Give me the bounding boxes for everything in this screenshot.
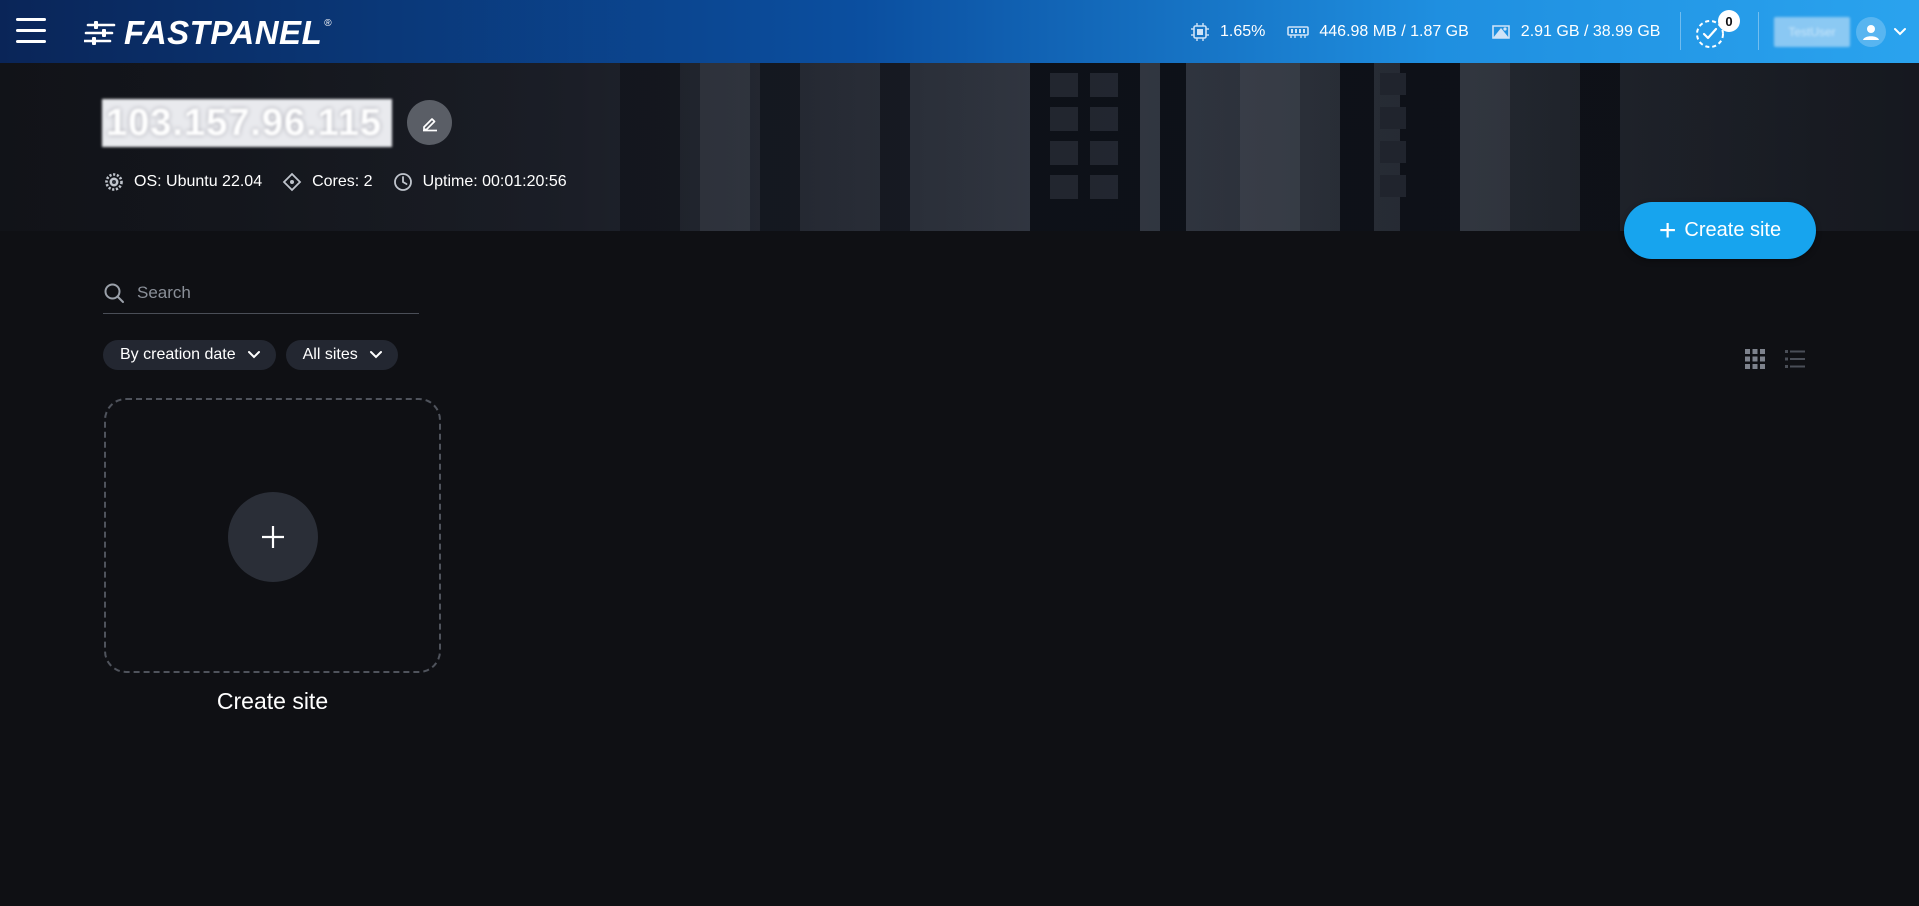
clock-icon <box>393 173 412 191</box>
divider <box>1680 12 1681 50</box>
chevron-down-icon <box>369 351 382 359</box>
disk-stat: 2.91 GB / 38.99 GB <box>1491 22 1661 42</box>
create-site-button[interactable]: + Create site <box>1624 202 1816 259</box>
memory-value: 446.98 MB / 1.87 GB <box>1319 23 1469 40</box>
cores-info: Cores: 2 <box>282 172 373 192</box>
search-icon <box>104 283 124 303</box>
server-info: OS: Ubuntu 22.04 Cores: 2 Uptime: 00:01:… <box>104 172 587 192</box>
view-toggle <box>1744 348 1824 372</box>
memory-icon <box>1287 26 1310 38</box>
cpu-value: 1.65% <box>1220 23 1266 40</box>
diamond-icon <box>282 172 302 192</box>
sort-dropdown-label: By creation date <box>120 346 236 363</box>
list-view-button[interactable] <box>1784 348 1808 372</box>
uptime-info: Uptime: 00:01:20:56 <box>393 172 567 192</box>
list-icon <box>1785 350 1805 368</box>
tasks-button[interactable]: 0 <box>1694 10 1740 52</box>
grid-icon <box>1745 349 1765 369</box>
server-banner <box>0 63 1919 231</box>
chevron-down-icon <box>247 351 260 359</box>
pencil-icon <box>422 117 437 131</box>
create-site-button-label: Create site <box>1684 219 1782 241</box>
menu-icon[interactable] <box>16 18 46 44</box>
search-bar <box>103 272 419 314</box>
disk-icon <box>1491 25 1510 39</box>
memory-stat: 446.98 MB / 1.87 GB <box>1287 23 1469 41</box>
server-name: 103.157.96.115 <box>102 99 392 147</box>
os-info: OS: Ubuntu 22.04 <box>104 172 262 192</box>
avatar[interactable] <box>1856 17 1886 47</box>
search-input[interactable] <box>137 282 387 303</box>
edit-server-name-button[interactable] <box>407 100 452 145</box>
scope-dropdown[interactable]: All sites <box>285 340 398 370</box>
plus-icon <box>262 526 284 548</box>
cpu-icon <box>1191 23 1209 41</box>
uptime-label: Uptime: 00:01:20:56 <box>422 173 567 190</box>
os-label: OS: Ubuntu 22.04 <box>134 173 263 190</box>
banner-overlay <box>0 63 1919 231</box>
gear-icon <box>105 173 123 191</box>
create-site-card[interactable] <box>104 398 441 673</box>
sort-dropdown[interactable]: By creation date <box>103 340 276 370</box>
logo-text: FASTPANEL <box>124 14 323 51</box>
resource-stats: 1.65% 446.98 MB / 1.87 GB 2.91 GB / 38.9… <box>1190 18 1682 46</box>
divider <box>1758 12 1759 50</box>
plus-icon: + <box>1658 213 1677 247</box>
logo[interactable]: FASTPANEL ® <box>84 14 332 52</box>
tasks-count-badge: 0 <box>1718 10 1740 32</box>
cpu-stat: 1.65% <box>1190 22 1265 42</box>
disk-value: 2.91 GB / 38.99 GB <box>1520 23 1661 40</box>
add-site-circle[interactable] <box>228 492 318 582</box>
user-name[interactable]: TestUser <box>1774 17 1850 47</box>
chevron-down-icon[interactable] <box>1892 24 1908 40</box>
top-bar: FASTPANEL ® 1.65% 446.98 MB / 1.87 GB 2.… <box>0 0 1919 63</box>
filters: By creation date All sites <box>103 340 408 370</box>
grid-view-button[interactable] <box>1744 348 1768 372</box>
logo-icon <box>84 21 116 45</box>
logo-registered-mark: ® <box>324 17 332 29</box>
scope-dropdown-label: All sites <box>302 346 358 363</box>
cores-label: Cores: 2 <box>312 173 373 190</box>
user-icon <box>1863 25 1879 40</box>
create-site-card-label[interactable]: Create site <box>104 688 441 715</box>
